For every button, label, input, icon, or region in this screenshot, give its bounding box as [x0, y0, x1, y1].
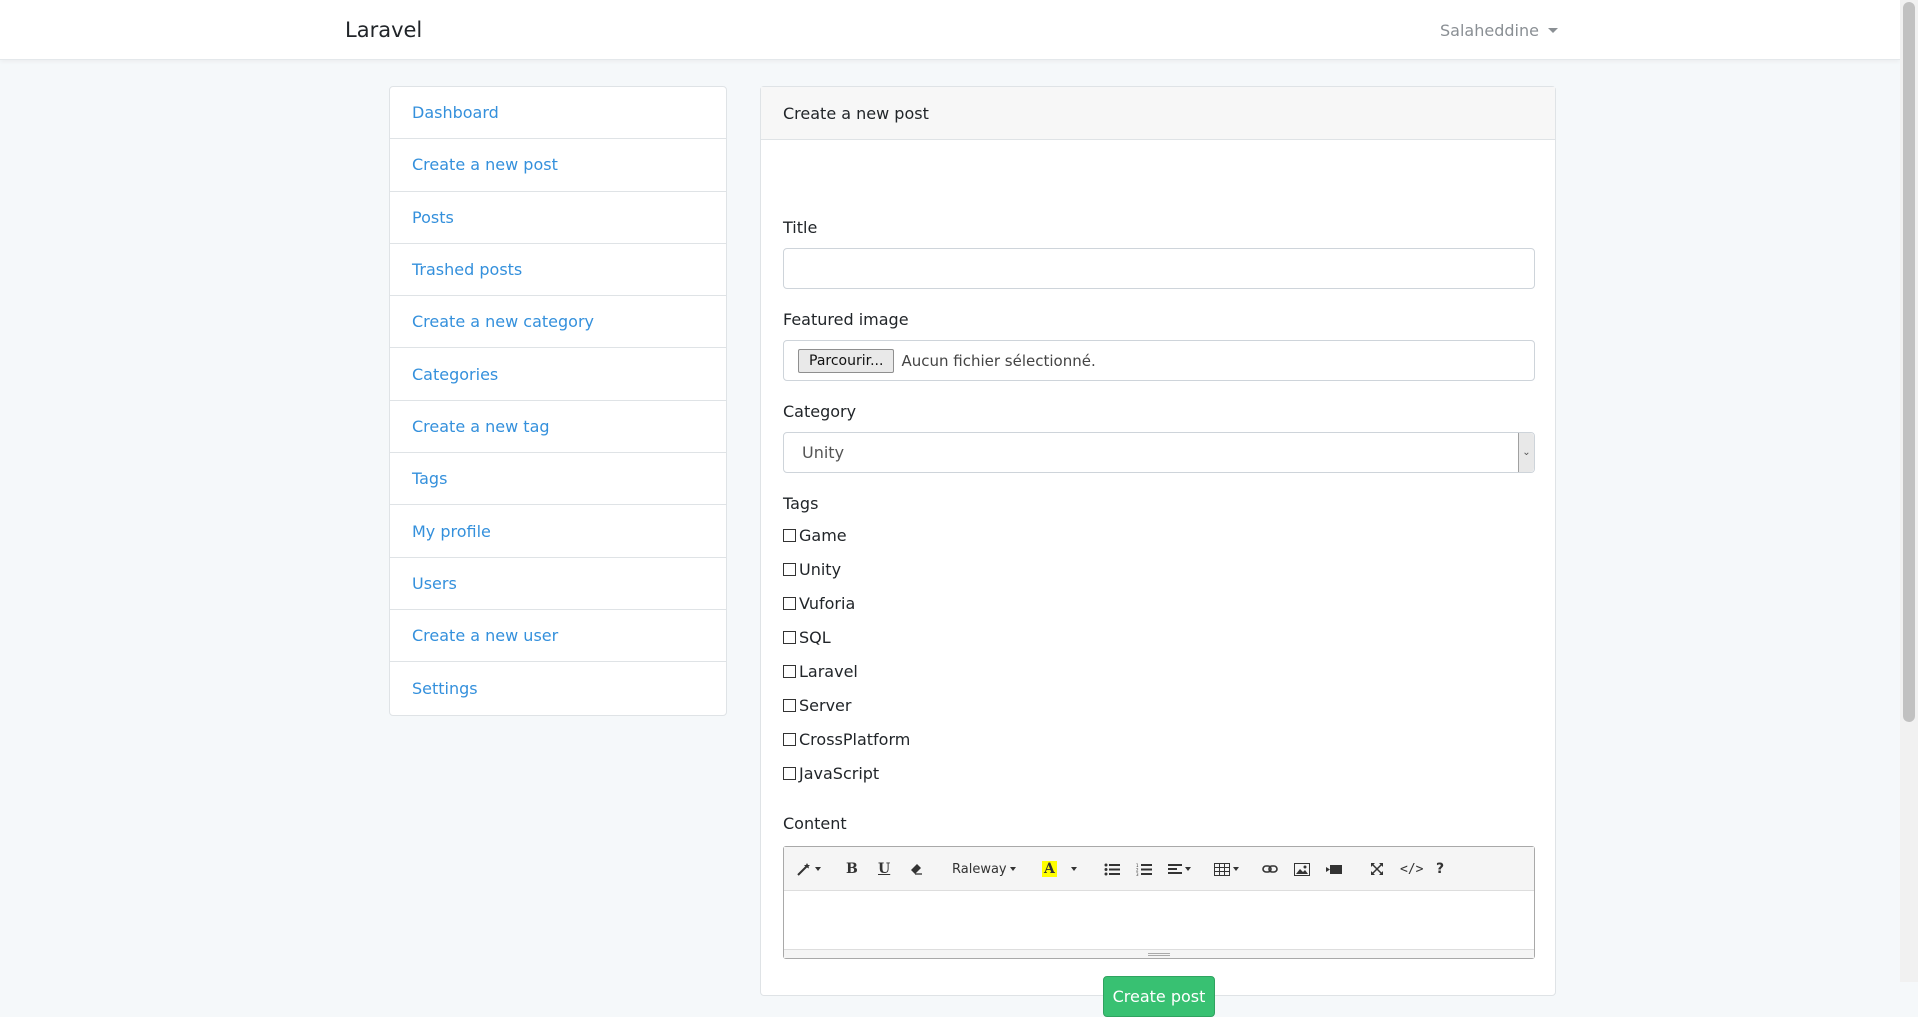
- checkbox-icon: [783, 563, 796, 576]
- tag-label: Vuforia: [799, 594, 856, 613]
- tag-checkbox-game[interactable]: Game: [783, 526, 847, 545]
- tag-label: Laravel: [799, 662, 858, 681]
- browse-button[interactable]: Parcourir...: [798, 348, 895, 373]
- underline-icon[interactable]: U: [878, 859, 890, 879]
- navbar: Laravel Salaheddine: [0, 0, 1900, 60]
- featured-image-input: Parcourir... Aucun fichier sélectionné.: [783, 340, 1535, 381]
- sidebar-item-create-user[interactable]: Create a new user: [390, 610, 726, 663]
- chevron-down-icon: ⌄: [1518, 433, 1534, 472]
- sidebar-item-dashboard[interactable]: Dashboard: [390, 87, 726, 140]
- tags-label: Tags: [783, 494, 819, 513]
- help-icon[interactable]: ?: [1436, 859, 1444, 879]
- user-name: Salaheddine: [1440, 21, 1539, 40]
- checkbox-icon: [783, 597, 796, 610]
- category-selected-value: Unity: [802, 443, 845, 462]
- eraser-icon[interactable]: [910, 859, 924, 879]
- text-color-icon[interactable]: A: [1042, 859, 1057, 879]
- image-icon[interactable]: [1294, 859, 1310, 879]
- font-family-label: Raleway: [952, 861, 1007, 877]
- tag-checkbox-unity[interactable]: Unity: [783, 560, 841, 579]
- editor-toolbar: B U Raleway A 123 </> ?: [784, 847, 1534, 891]
- checkbox-icon: [783, 699, 796, 712]
- style-magic-icon[interactable]: [796, 859, 821, 879]
- sidebar-item-create-post[interactable]: Create a new post: [390, 139, 726, 192]
- link-icon[interactable]: [1262, 859, 1278, 879]
- title-input[interactable]: [783, 248, 1535, 289]
- sidebar-item-tags[interactable]: Tags: [390, 453, 726, 506]
- checkbox-icon: [783, 665, 796, 678]
- tag-label: JavaScript: [799, 764, 880, 783]
- table-icon[interactable]: [1214, 859, 1239, 879]
- checkbox-icon: [783, 733, 796, 746]
- font-family-dropdown[interactable]: Raleway: [952, 859, 1016, 879]
- tag-label: SQL: [799, 628, 831, 647]
- card-header: Create a new post: [761, 87, 1555, 140]
- tag-label: Unity: [799, 560, 842, 579]
- editor-resize-handle[interactable]: [784, 949, 1534, 958]
- sidebar-item-my-profile[interactable]: My profile: [390, 505, 726, 558]
- sidebar-item-users[interactable]: Users: [390, 558, 726, 610]
- tag-checkbox-javascript[interactable]: JavaScript: [783, 764, 879, 783]
- fullscreen-icon[interactable]: [1370, 859, 1384, 879]
- tag-checkbox-server[interactable]: Server: [783, 696, 851, 715]
- tag-checkbox-crossplatform[interactable]: CrossPlatform: [783, 730, 910, 749]
- tag-checkbox-laravel[interactable]: Laravel: [783, 662, 858, 681]
- category-label: Category: [783, 402, 857, 421]
- sidebar-item-trashed-posts[interactable]: Trashed posts: [390, 244, 726, 297]
- tag-label: Game: [799, 526, 847, 545]
- bold-icon[interactable]: B: [846, 859, 858, 879]
- sidebar-item-create-tag[interactable]: Create a new tag: [390, 401, 726, 454]
- category-select[interactable]: Unity ⌄: [783, 432, 1535, 473]
- color-dropdown-icon[interactable]: [1068, 859, 1077, 879]
- user-dropdown[interactable]: Salaheddine: [1440, 21, 1558, 40]
- sidebar-item-create-category[interactable]: Create a new category: [390, 296, 726, 349]
- brand-link[interactable]: Laravel: [345, 18, 422, 42]
- tag-label: CrossPlatform: [799, 730, 911, 749]
- tag-checkbox-vuforia[interactable]: Vuforia: [783, 594, 855, 613]
- tag-checkbox-sql[interactable]: SQL: [783, 628, 831, 647]
- sidebar-item-settings[interactable]: Settings: [390, 662, 726, 714]
- tag-label: Server: [799, 696, 852, 715]
- paragraph-align-icon[interactable]: [1168, 859, 1191, 879]
- scrollbar-thumb[interactable]: [1903, 2, 1915, 722]
- page-scrollbar[interactable]: [1900, 0, 1918, 982]
- svg-text:3: 3: [1136, 872, 1139, 876]
- sidebar-menu: Dashboard Create a new post Posts Trashe…: [389, 86, 727, 716]
- unordered-list-icon[interactable]: [1104, 859, 1120, 879]
- video-icon[interactable]: [1326, 859, 1342, 879]
- create-post-card: Create a new post Title Featured image P…: [760, 86, 1556, 1017]
- ordered-list-icon[interactable]: 123: [1136, 859, 1152, 879]
- checkbox-icon: [783, 631, 796, 644]
- code-view-icon[interactable]: </>: [1400, 859, 1423, 879]
- content-label: Content: [783, 814, 847, 833]
- content-editor: B U Raleway A 123 </> ?: [783, 846, 1535, 959]
- title-label: Title: [783, 218, 818, 237]
- featured-image-label: Featured image: [783, 310, 909, 329]
- editor-content-area[interactable]: [784, 891, 1534, 949]
- checkbox-icon: [783, 767, 796, 780]
- caret-down-icon: [1547, 28, 1558, 33]
- sidebar-item-categories[interactable]: Categories: [390, 348, 726, 401]
- sidebar-item-posts[interactable]: Posts: [390, 192, 726, 244]
- create-post-button[interactable]: Create post: [1103, 976, 1215, 1017]
- checkbox-icon: [783, 529, 796, 542]
- file-status: Aucun fichier sélectionné.: [901, 351, 1096, 370]
